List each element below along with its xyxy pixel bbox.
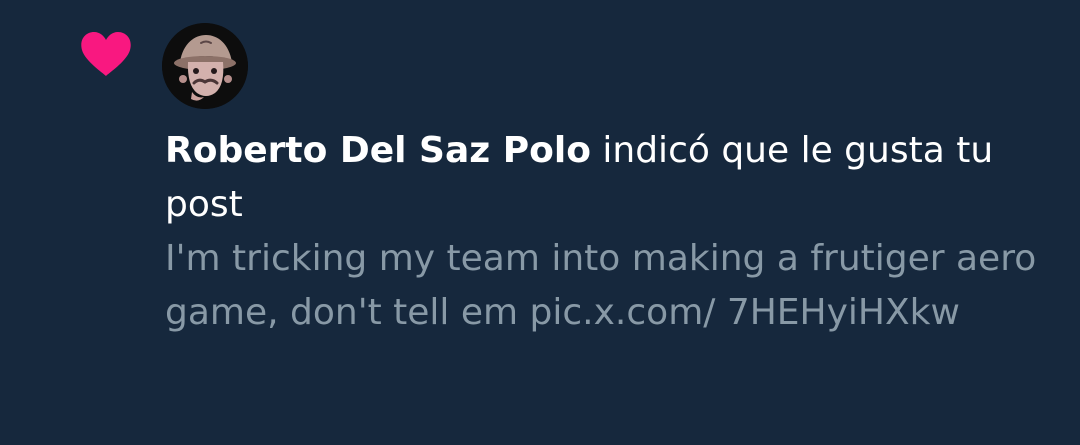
post-snippet[interactable]: I'm tricking my team into making a fruti… bbox=[165, 232, 1045, 340]
like-notification[interactable]: Roberto Del Saz Polo indicó que le gusta… bbox=[0, 0, 1080, 445]
notification-content: Roberto Del Saz Polo indicó que le gusta… bbox=[165, 124, 1045, 340]
heart-icon bbox=[79, 30, 133, 78]
author-name[interactable]: Roberto Del Saz Polo bbox=[165, 130, 591, 171]
avatar[interactable] bbox=[162, 23, 248, 109]
notification-headline: Roberto Del Saz Polo indicó que le gusta… bbox=[165, 124, 1045, 232]
